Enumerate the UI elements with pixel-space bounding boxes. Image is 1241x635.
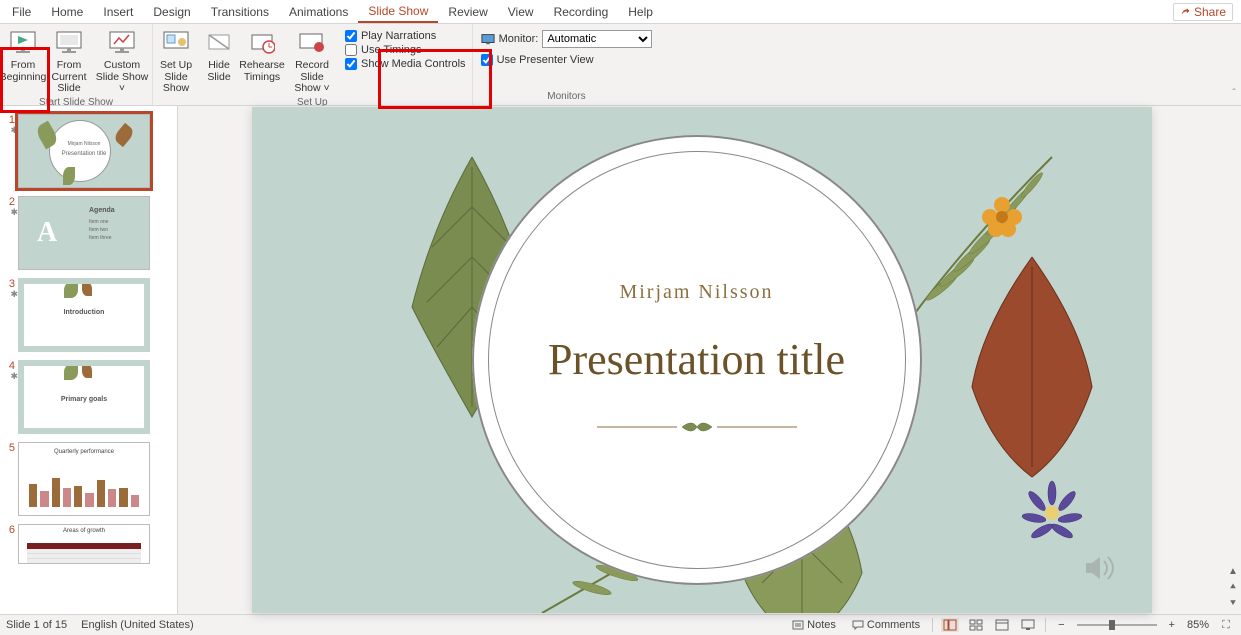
monitor-label: Monitor: (499, 33, 539, 45)
normal-view-button[interactable] (941, 618, 959, 632)
group-set-up: Set Up Slide Show Hide Slide Rehearse Ti… (153, 24, 473, 105)
monitor-icon (481, 33, 495, 45)
collapse-ribbon-button[interactable]: ˆ (1227, 88, 1241, 102)
tab-view[interactable]: View (498, 2, 544, 22)
custom-show-icon (106, 28, 138, 58)
notes-icon (792, 620, 804, 630)
play-narrations-check[interactable]: Play Narrations (345, 30, 466, 42)
comments-icon (852, 620, 864, 630)
setup-icon (160, 28, 192, 58)
group-monitors: Monitor: Automatic Use Presenter View Mo… (473, 24, 661, 105)
thumb-1[interactable]: Mirjam Nilsson Presentation title (18, 114, 150, 188)
tab-transitions[interactable]: Transitions (201, 2, 279, 22)
reading-view-button[interactable] (993, 618, 1011, 632)
rehearse-timings-button[interactable]: Rehearse Timings (239, 26, 285, 95)
thumb-row-4[interactable]: 4✱ Primary goals (0, 360, 177, 434)
rehearse-icon (246, 28, 278, 58)
flower-yellow (972, 187, 1032, 247)
presenter-name: Mirjam Nilsson (619, 281, 773, 304)
thumb-row-5[interactable]: 5 Quarterly performance (0, 442, 177, 516)
thumb-row-3[interactable]: 3✱ Introduction (0, 278, 177, 352)
from-beginning-icon (7, 28, 39, 58)
monitor-select[interactable]: Automatic (542, 30, 652, 48)
notes-button[interactable]: Notes (788, 619, 840, 631)
tab-design[interactable]: Design (143, 2, 200, 22)
tab-insert[interactable]: Insert (93, 2, 143, 22)
flourish-divider (597, 415, 797, 439)
slide-show-view-button[interactable] (1019, 618, 1037, 632)
next-slide-icon[interactable]: ⯆ (1227, 598, 1239, 610)
title-circle: Mirjam Nilsson Presentation title (472, 135, 922, 585)
thumb-2[interactable]: A Agenda Item one Item two Item three (18, 196, 150, 270)
main-area: 1✱ Mirjam Nilsson Presentation title 2✱ … (0, 106, 1241, 614)
tab-help[interactable]: Help (618, 2, 663, 22)
use-timings-check[interactable]: Use Timings (345, 44, 466, 56)
thumb-6[interactable]: Areas of growth (18, 524, 150, 564)
tab-home[interactable]: Home (41, 2, 93, 22)
slide-sorter-view-button[interactable] (967, 618, 985, 632)
hide-slide-button[interactable]: Hide Slide (199, 26, 239, 95)
tab-animations[interactable]: Animations (279, 2, 358, 22)
from-beginning-button[interactable]: From Beginning (0, 26, 46, 95)
slide-thumbnails-panel[interactable]: 1✱ Mirjam Nilsson Presentation title 2✱ … (0, 106, 178, 614)
setup-checks: Play Narrations Use Timings Show Media C… (339, 26, 472, 95)
status-slide-number[interactable]: Slide 1 of 15 (6, 619, 67, 631)
thumb-row-2[interactable]: 2✱ A Agenda Item one Item two Item three (0, 196, 177, 270)
custom-slide-show-button[interactable]: Custom Slide Show ˅ (92, 26, 152, 95)
from-current-icon (53, 28, 85, 58)
record-slide-show-button[interactable]: Record Slide Show ˅ (285, 26, 339, 95)
status-bar: Slide 1 of 15 English (United States) No… (0, 614, 1241, 635)
from-current-slide-button[interactable]: From Current Slide (46, 26, 92, 95)
group-start-slide-show: From Beginning From Current Slide Custom… (0, 24, 153, 105)
leaf-decoration-2 (952, 247, 1112, 487)
share-button[interactable]: Share (1173, 3, 1233, 21)
record-icon (296, 28, 328, 58)
share-icon (1180, 7, 1190, 17)
tab-review[interactable]: Review (438, 2, 497, 22)
prev-slide-icon[interactable]: ⯅ (1227, 582, 1239, 594)
vertical-scrollbar[interactable]: ▲ ⯅ ⯆ (1225, 106, 1241, 614)
flower-purple (1012, 473, 1092, 553)
fit-to-window-button[interactable]: ⛶ (1217, 618, 1235, 632)
zoom-out-button[interactable]: − (1054, 619, 1068, 631)
zoom-slider[interactable] (1077, 624, 1157, 626)
hide-slide-icon (203, 28, 235, 58)
zoom-percent[interactable]: 85% (1187, 619, 1209, 631)
group-label-start: Start Slide Show (0, 95, 152, 111)
slide-canvas[interactable]: Mirjam Nilsson Presentation title (178, 106, 1225, 614)
tab-slide-show[interactable]: Slide Show (358, 1, 438, 23)
thumb-row-1[interactable]: 1✱ Mirjam Nilsson Presentation title (0, 114, 177, 188)
group-label-monitors: Monitors (473, 89, 661, 105)
slide-1[interactable]: Mirjam Nilsson Presentation title (252, 107, 1152, 613)
set-up-slide-show-button[interactable]: Set Up Slide Show (153, 26, 199, 95)
show-media-controls-check[interactable]: Show Media Controls (345, 58, 466, 70)
use-presenter-view-check[interactable]: Use Presenter View (481, 54, 653, 66)
thumb-3[interactable]: Introduction (18, 278, 150, 352)
comments-button[interactable]: Comments (848, 619, 924, 631)
monitor-row: Monitor: Automatic (481, 30, 653, 48)
thumb-4[interactable]: Primary goals (18, 360, 150, 434)
thumb-5[interactable]: Quarterly performance (18, 442, 150, 516)
tab-file[interactable]: File (2, 2, 41, 22)
menu-bar: File Home Insert Design Transitions Anim… (0, 0, 1241, 24)
presentation-title: Presentation title (548, 334, 845, 385)
thumb-row-6[interactable]: 6 Areas of growth (0, 524, 177, 564)
zoom-in-button[interactable]: + (1165, 619, 1179, 631)
ribbon: From Beginning From Current Slide Custom… (0, 24, 1241, 106)
status-language[interactable]: English (United States) (81, 619, 194, 631)
scroll-up-icon[interactable]: ▲ (1227, 566, 1239, 578)
tab-recording[interactable]: Recording (544, 2, 619, 22)
audio-icon[interactable] (1082, 553, 1122, 583)
